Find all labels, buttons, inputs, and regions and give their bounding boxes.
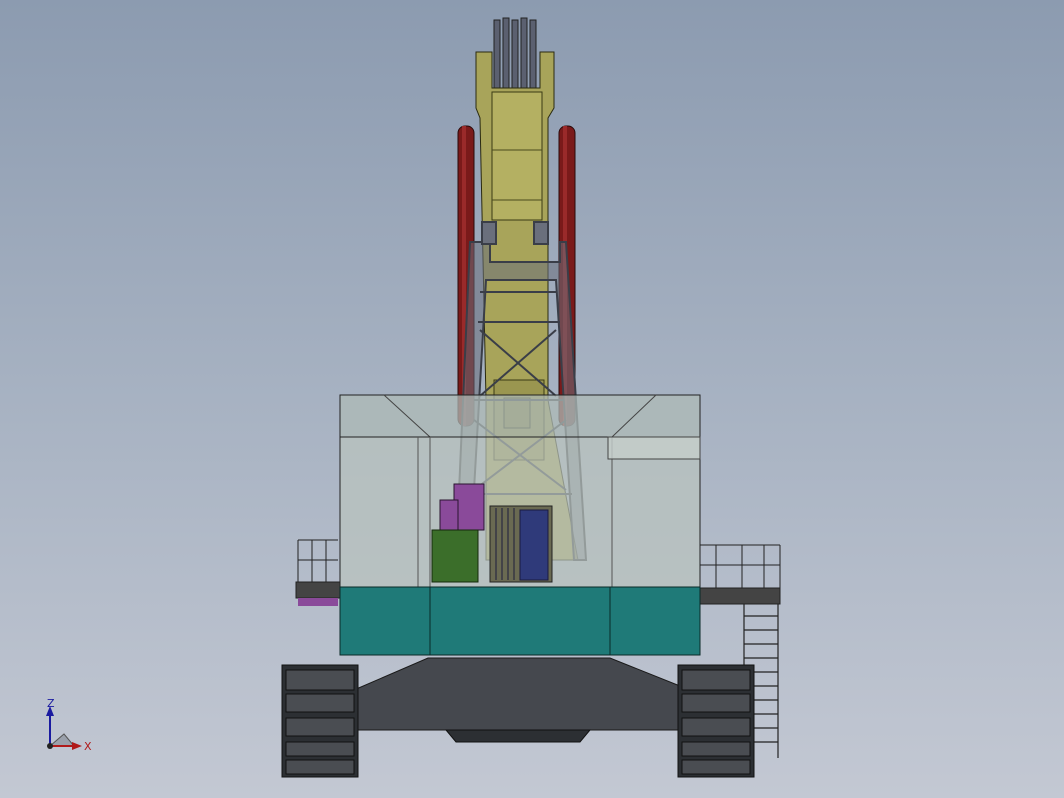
undercarriage [353, 657, 691, 743]
cad-viewport[interactable] [0, 0, 1064, 798]
x-axis-label: X [84, 740, 92, 753]
left-track [281, 664, 359, 778]
orientation-triad: Z X [46, 698, 92, 753]
right-track [677, 664, 755, 778]
left-walkway [295, 539, 341, 606]
upper-deck [339, 586, 701, 656]
z-axis-label: Z [47, 698, 55, 710]
